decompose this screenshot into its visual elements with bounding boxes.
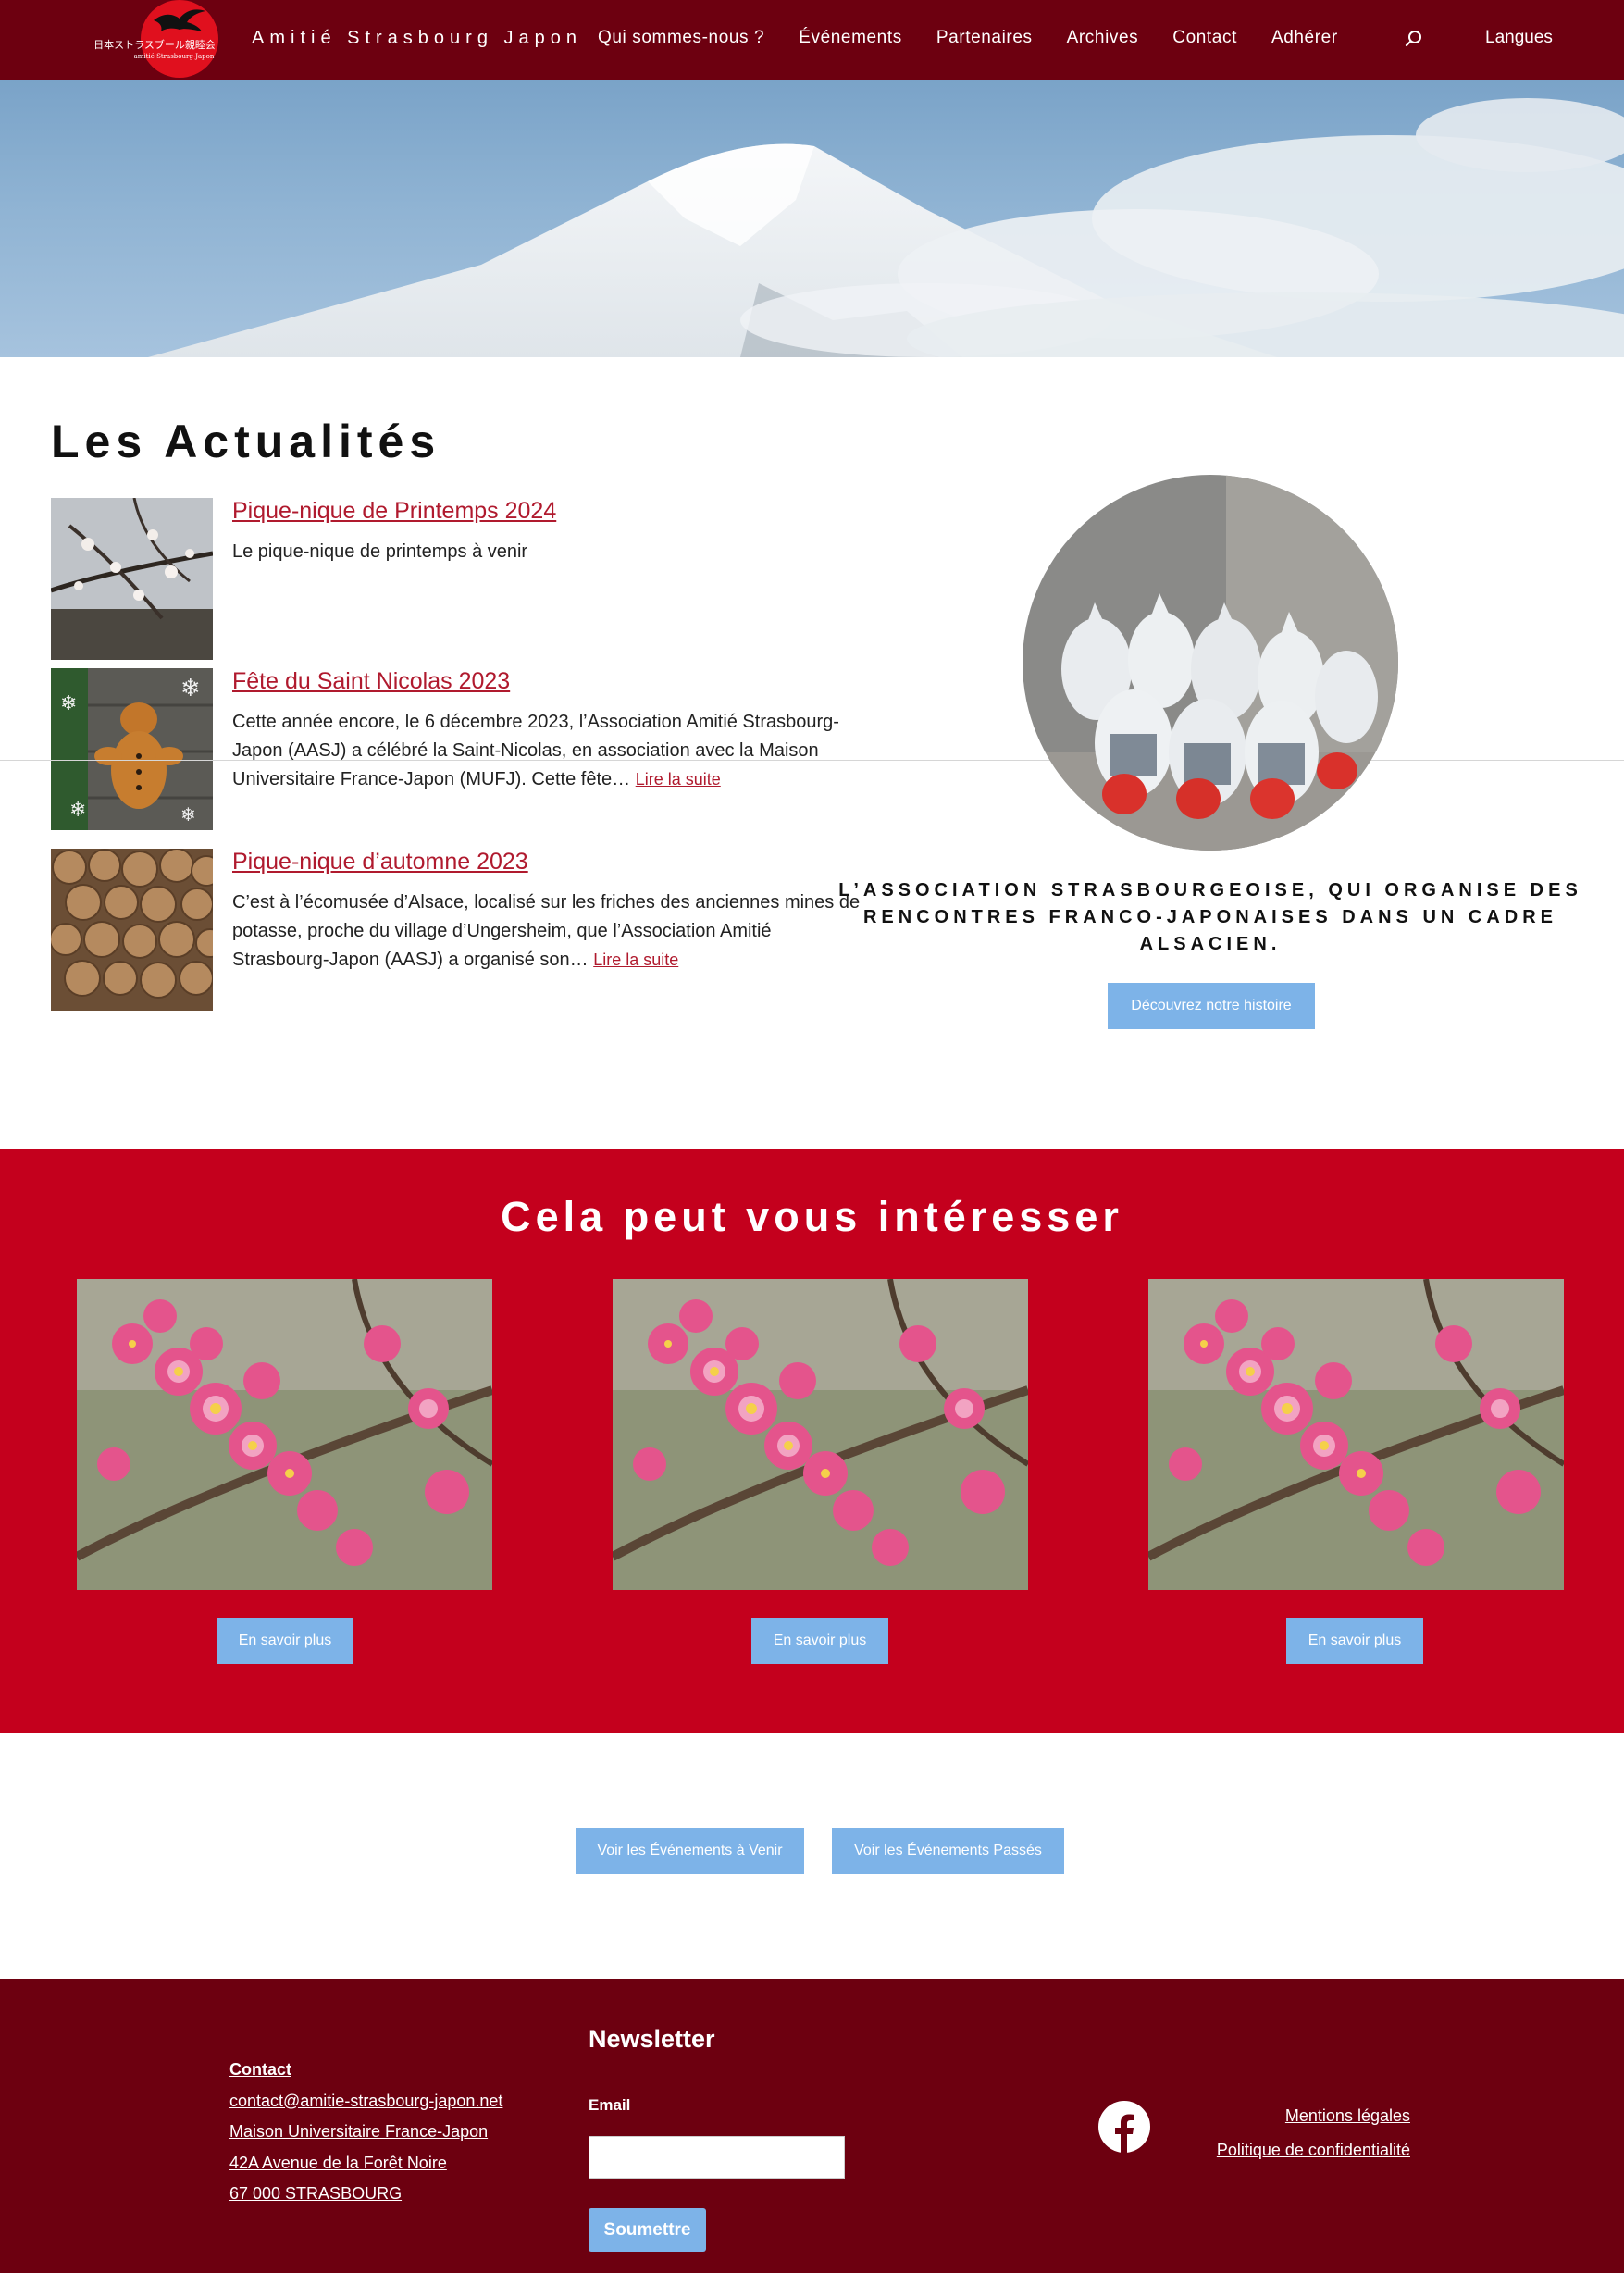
association-image-fox-statues bbox=[1023, 475, 1398, 851]
past-events-button[interactable]: Voir les Événements Passés bbox=[832, 1828, 1064, 1874]
learn-more-button[interactable]: En savoir plus bbox=[217, 1618, 353, 1664]
nav-item-partners[interactable]: Partenaires bbox=[936, 28, 1033, 52]
legal-notice-link[interactable]: Mentions légales bbox=[1110, 2099, 1410, 2133]
languages-menu[interactable]: Langues bbox=[1485, 28, 1553, 48]
news-thumbnail-blossom-branch[interactable] bbox=[51, 498, 213, 660]
footer-contact-heading[interactable]: Contact bbox=[229, 2055, 502, 2086]
footer-address-line[interactable]: 67 000 STRASBOURG bbox=[229, 2179, 502, 2210]
news-thumbnail-gingerbread[interactable]: ❄ ❄ ❄ ❄ bbox=[51, 668, 213, 830]
nav-item-about[interactable]: Qui sommes-nous ? bbox=[598, 28, 764, 52]
learn-more-button[interactable]: En savoir plus bbox=[1286, 1618, 1423, 1664]
footer-contact: Contact contact@amitie-strasbourg-japon.… bbox=[229, 2055, 502, 2210]
news-excerpt: Cette année encore, le 6 décembre 2023, … bbox=[232, 712, 839, 789]
card-image-plum-blossoms[interactable] bbox=[1148, 1279, 1564, 1590]
newsletter-submit-button[interactable]: Soumettre bbox=[589, 2208, 706, 2252]
svg-text:❄: ❄ bbox=[60, 692, 77, 715]
news-excerpt: C’est à l’écomusée d’Alsace, localisé su… bbox=[232, 892, 861, 970]
nav-item-contact[interactable]: Contact bbox=[1172, 28, 1237, 52]
search-icon[interactable] bbox=[1404, 29, 1424, 49]
newsletter-email-field[interactable] bbox=[589, 2136, 845, 2179]
card-image-plum-blossoms[interactable] bbox=[613, 1279, 1028, 1590]
footer-address-line[interactable]: 42A Avenue de la Forêt Noire bbox=[229, 2148, 502, 2180]
footer-address-line[interactable]: Maison Universitaire France-Japon bbox=[229, 2117, 502, 2148]
upcoming-events-button[interactable]: Voir les Événements à Venir bbox=[576, 1828, 804, 1874]
news-section-title: Les Actualités bbox=[51, 416, 441, 467]
section-divider bbox=[0, 760, 1624, 761]
svg-text:❄: ❄ bbox=[180, 675, 201, 702]
logo-subtitle: amitié Strasbourg-Japon bbox=[133, 53, 215, 60]
interest-section-title: Cela peut vous intéresser bbox=[501, 1193, 1123, 1240]
site-footer: Contact contact@amitie-strasbourg-japon.… bbox=[0, 1979, 1624, 2273]
interest-section: Cela peut vous intéresser En savoir plus… bbox=[0, 1149, 1624, 1733]
site-logo[interactable]: 日本ストラスブール親睦会 amitié Strasbourg-Japon bbox=[85, 0, 224, 78]
hero-image-mount-fuji bbox=[0, 80, 1624, 357]
logo-japanese-text: 日本ストラスブール親睦会 bbox=[93, 39, 216, 51]
news-title-link[interactable]: Fête du Saint Nicolas 2023 bbox=[232, 668, 862, 695]
card-image-plum-blossoms[interactable] bbox=[77, 1279, 492, 1590]
learn-more-button[interactable]: En savoir plus bbox=[751, 1618, 888, 1664]
newsletter-title: Newsletter bbox=[589, 2025, 715, 2053]
nav-item-join[interactable]: Adhérer bbox=[1271, 28, 1338, 52]
footer-legal-links: Mentions légales Politique de confidenti… bbox=[1110, 2099, 1410, 2167]
news-title-link[interactable]: Pique-nique de Printemps 2024 bbox=[232, 498, 862, 525]
svg-text:❄: ❄ bbox=[69, 799, 86, 822]
association-tagline: L’ASSOCIATION STRASBOURGEOISE, QUI ORGAN… bbox=[838, 880, 1582, 954]
site-header: 日本ストラスブール親睦会 amitié Strasbourg-Japon Ami… bbox=[0, 0, 1624, 80]
discover-history-button[interactable]: Découvrez notre histoire bbox=[1108, 983, 1315, 1029]
nav-item-events[interactable]: Événements bbox=[799, 28, 902, 52]
svg-text:❄: ❄ bbox=[180, 803, 196, 826]
footer-email-link[interactable]: contact@amitie-strasbourg-japon.net bbox=[229, 2086, 502, 2118]
read-more-link[interactable]: Lire la suite bbox=[636, 770, 721, 789]
newsletter-email-label: Email bbox=[589, 2096, 631, 2114]
news-thumbnail-woodpile[interactable] bbox=[51, 849, 213, 1011]
read-more-link[interactable]: Lire la suite bbox=[593, 950, 678, 969]
news-title-link[interactable]: Pique-nique d’automne 2023 bbox=[232, 849, 862, 876]
privacy-policy-link[interactable]: Politique de confidentialité bbox=[1110, 2133, 1410, 2167]
site-title[interactable]: Amitié Strasbourg Japon bbox=[252, 28, 582, 49]
nav-item-archives[interactable]: Archives bbox=[1067, 28, 1139, 52]
main-nav: Qui sommes-nous ? Événements Partenaires… bbox=[598, 28, 1372, 52]
news-excerpt: Le pique-nique de printemps à venir bbox=[232, 541, 528, 562]
